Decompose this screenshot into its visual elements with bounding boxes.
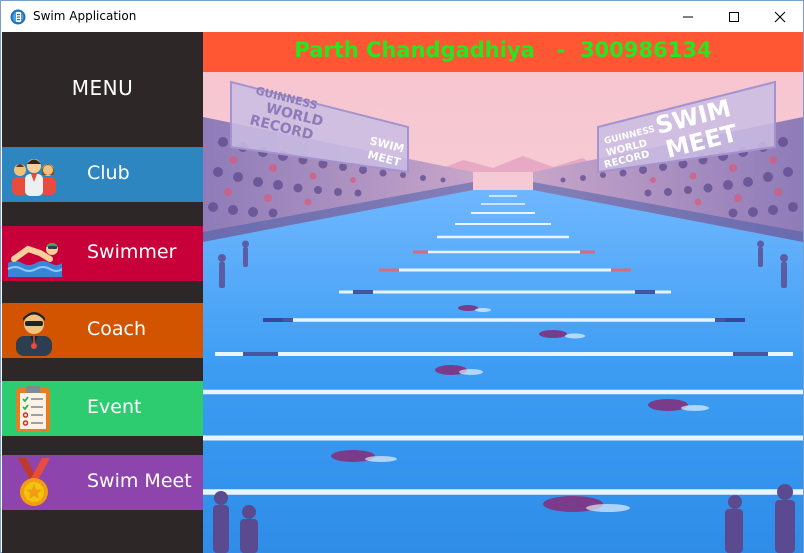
header-title: Parth Chandgadhiya - 300986134 [294,38,712,62]
club-group-icon [12,159,56,196]
maximize-button[interactable] [711,1,757,32]
close-icon [774,11,786,22]
sidebar-menu: MENU Club Swimmer Coach Event Swim Meet [2,32,203,553]
close-button[interactable] [757,1,803,32]
minimize-icon [683,16,693,17]
swimming-pool-illustration: GUINNESS WORLD RECORD SWIM MEET GUINNESS… [203,72,803,553]
sidebar-item-swimmer[interactable]: Swimmer [2,226,203,281]
clipboard-icon [16,386,50,432]
window-title: Swim Application [33,9,137,23]
sidebar-item-event[interactable]: Event [2,381,203,436]
header-banner: Parth Chandgadhiya - 300986134 [203,32,803,72]
coach-icon [16,312,52,356]
sidebar-item-label: Event [87,396,142,418]
menu-title: MENU [71,76,134,100]
sidebar-item-coach[interactable]: Coach [2,303,203,358]
maximize-icon [729,11,739,22]
app-icon [10,9,26,25]
sidebar-item-label: Swim Meet [87,470,192,492]
pool-water [203,190,803,553]
sidebar-item-label: Coach [87,318,147,340]
sidebar-item-swim-meet[interactable]: Swim Meet [2,455,203,510]
minimize-button[interactable] [665,1,711,32]
sidebar-item-club[interactable]: Club [2,147,203,202]
swimmer-icon [7,243,62,277]
medal-icon [18,458,50,506]
sidebar-item-label: Club [87,162,130,184]
title-bar[interactable]: Swim Application [1,1,803,32]
sidebar-item-label: Swimmer [87,241,177,263]
main-content: Parth Chandgadhiya - 300986134 GUINNESS … [203,32,803,553]
app-window: Swim Application MENU Club Swimmer Coach… [0,0,804,553]
